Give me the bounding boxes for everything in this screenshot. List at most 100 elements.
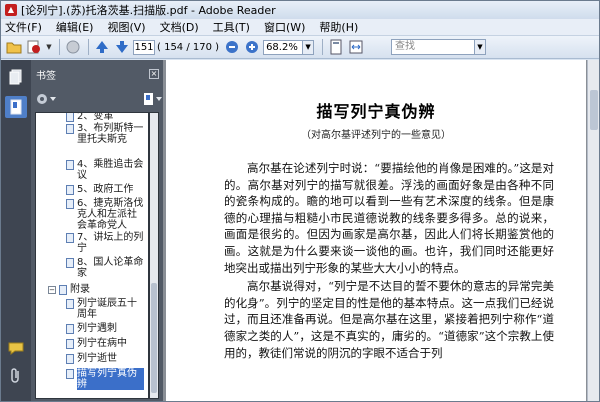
collaborate-icon — [66, 40, 80, 54]
create-pdf-button[interactable] — [25, 38, 43, 56]
fit-width-icon — [349, 40, 363, 54]
zoom-dropdown[interactable]: ▼ — [303, 39, 315, 55]
pages-icon — [9, 69, 22, 85]
document-scrollbar[interactable] — [587, 60, 599, 401]
bookmark-label: 列宁遇刺 — [77, 323, 117, 334]
bookmarks-panel-title: 书签 — [36, 70, 56, 82]
bookmark-item[interactable]: 列宁遇刺 — [66, 323, 144, 334]
paragraph: 高尔基在论述列宁时说：“要描绘他的肖像是困难的。”这是对的。高尔基对列宁的描写就… — [224, 161, 554, 275]
menu-window[interactable]: 窗口(W) — [264, 19, 305, 35]
close-panel-button[interactable]: × — [149, 69, 159, 79]
bookmark-item[interactable]: 列宁逝世 — [66, 353, 144, 364]
open-folder-button[interactable] — [5, 38, 23, 56]
zoom-in-button[interactable] — [243, 38, 261, 56]
bookmark-label: 附录 — [70, 284, 90, 295]
bookmark-label: 6、捷克斯洛伐克人和左派社会革命党人 — [77, 198, 144, 231]
bookmark-page-icon — [66, 124, 74, 134]
pdf-doc-icon — [27, 40, 40, 54]
bookmark-item[interactable]: 6、捷克斯洛伐克人和左派社会革命党人 — [66, 198, 144, 231]
bookmark-label: 8、国人论革命家 — [77, 257, 144, 279]
find-input[interactable]: 查找 — [391, 39, 475, 55]
paragraph: 高尔基说得对，“列宁是不达目的誓不要休的意志的异常完美的化身”。列宁的坚定目的性… — [224, 279, 554, 360]
bookmark-item-selected[interactable]: 描写列宁真伪辨 — [66, 368, 144, 390]
bookmark-label: 列宁诞辰五十周年 — [77, 298, 137, 320]
article-title: 描写列宁真伪辨 — [316, 102, 436, 121]
window-title: [论列宁].(苏)托洛茨基.扫描版.pdf - Adobe Reader — [21, 4, 276, 17]
expand-bookmark-icon[interactable] — [142, 92, 163, 106]
speech-bubble-icon — [8, 342, 24, 355]
bookmark-page-icon — [59, 285, 67, 295]
bookmark-page-icon — [66, 160, 74, 170]
bookmark-page-icon — [66, 299, 74, 309]
comments-panel-button[interactable] — [5, 338, 27, 358]
scrollbar-thumb[interactable] — [590, 90, 598, 130]
folder-icon — [6, 42, 22, 54]
zoom-out-icon — [226, 41, 239, 53]
bookmark-item[interactable]: 5、政府工作 — [66, 184, 144, 195]
arrow-up-icon — [96, 41, 108, 53]
bookmark-item[interactable]: 2、变革 — [66, 113, 144, 122]
menu-file[interactable]: 文件(F) — [5, 19, 42, 35]
zoom-in-icon — [246, 41, 259, 53]
options-gear-icon[interactable] — [35, 92, 56, 106]
bookmark-item[interactable]: 7、讲坛上的列宁 — [66, 232, 144, 254]
bookmark-page-icon — [66, 369, 74, 379]
toolbar-separator — [322, 39, 324, 55]
article-body: 高尔基在论述列宁时说：“要描绘他的肖像是困难的。”这是对的。高尔基对列宁的描写就… — [224, 160, 554, 363]
bookmark-page-icon — [66, 113, 74, 122]
bookmarks-panel-header: 书签 × — [31, 66, 163, 82]
find-dropdown[interactable]: ▼ — [475, 39, 486, 55]
bookmark-page-icon — [66, 185, 74, 195]
bookmark-page-icon — [66, 324, 74, 334]
collaborate-button[interactable] — [64, 38, 82, 56]
bookmark-label: 列宁在病中 — [77, 338, 127, 349]
bookmark-label: 5、政府工作 — [77, 184, 134, 195]
menu-edit[interactable]: 编辑(E) — [56, 19, 94, 35]
collapse-toggle[interactable]: − — [48, 286, 56, 294]
create-pdf-dropdown[interactable]: ▼ — [45, 38, 53, 56]
bookmark-page-icon — [66, 233, 74, 243]
bookmark-item[interactable]: 8、国人论革命家 — [66, 257, 144, 279]
arrow-down-icon — [116, 41, 128, 53]
bookmarks-scrollbar[interactable] — [149, 112, 159, 399]
menu-help[interactable]: 帮助(H) — [319, 19, 358, 35]
menu-document[interactable]: 文档(D) — [160, 19, 199, 35]
bookmark-tree: 2、变革 3、布列斯特一里托夫斯克 4、乘胜追击会议 5、政府工作 6、捷克斯洛… — [35, 112, 149, 399]
document-view: 描写列宁真伪辨 （对高尔基评述列宁的一些意见） 高尔基在论述列宁时说：“要描绘他… — [163, 60, 599, 401]
page-number-input[interactable]: 151 — [133, 39, 155, 55]
article-subtitle: （对高尔基评述列宁的一些意见） — [301, 130, 451, 141]
fit-page-icon — [330, 39, 342, 55]
toolbar-separator — [59, 39, 60, 55]
bookmark-item[interactable]: 列宁在病中 — [66, 338, 144, 349]
toolbar: ▼ 151 ( 154 / 170 ) 68.2% ▼ — [1, 36, 599, 59]
fit-page-button[interactable] — [327, 38, 345, 56]
menu-tools[interactable]: 工具(T) — [213, 19, 250, 35]
scrollbar-thumb[interactable] — [151, 283, 157, 393]
title-bar: ▲ [论列宁].(苏)托洛茨基.扫描版.pdf - Adobe Reader — [1, 1, 599, 19]
previous-page-button[interactable] — [93, 38, 111, 56]
menu-bar: 文件(F) 编辑(E) 视图(V) 文档(D) 工具(T) 窗口(W) 帮助(H… — [1, 19, 599, 36]
bookmark-label: 7、讲坛上的列宁 — [77, 232, 144, 254]
bookmark-label: 4、乘胜追击会议 — [77, 159, 144, 181]
bookmarks-panel-button[interactable] — [5, 96, 27, 118]
zoom-level-input[interactable]: 68.2% — [263, 39, 304, 55]
pdf-page: 描写列宁真伪辨 （对高尔基评述列宁的一些意见） 高尔基在论述列宁时说：“要描绘他… — [166, 60, 586, 401]
fit-width-button[interactable] — [347, 38, 365, 56]
paperclip-icon — [11, 368, 19, 383]
attachments-panel-button[interactable] — [5, 366, 27, 386]
bookmark-item[interactable]: 列宁诞辰五十周年 — [66, 298, 144, 320]
pages-panel-button[interactable] — [5, 66, 27, 88]
bookmark-label: 3、布列斯特一里托夫斯克 — [77, 123, 144, 145]
pdf-app-icon: ▲ — [5, 4, 17, 16]
next-page-button[interactable] — [113, 38, 131, 56]
bookmark-page-icon — [66, 258, 74, 268]
bookmarks-panel-toolbar — [31, 89, 163, 109]
bookmark-item-appendix[interactable]: − 附录 — [48, 284, 144, 295]
zoom-out-button[interactable] — [223, 38, 241, 56]
navigation-pane — [1, 60, 31, 401]
menu-view[interactable]: 视图(V) — [107, 19, 145, 35]
toolbar-separator — [88, 39, 89, 55]
bookmark-label: 描写列宁真伪辨 — [77, 368, 144, 390]
bookmark-item[interactable]: 3、布列斯特一里托夫斯克 — [66, 123, 144, 145]
bookmark-item[interactable]: 4、乘胜追击会议 — [66, 159, 144, 181]
